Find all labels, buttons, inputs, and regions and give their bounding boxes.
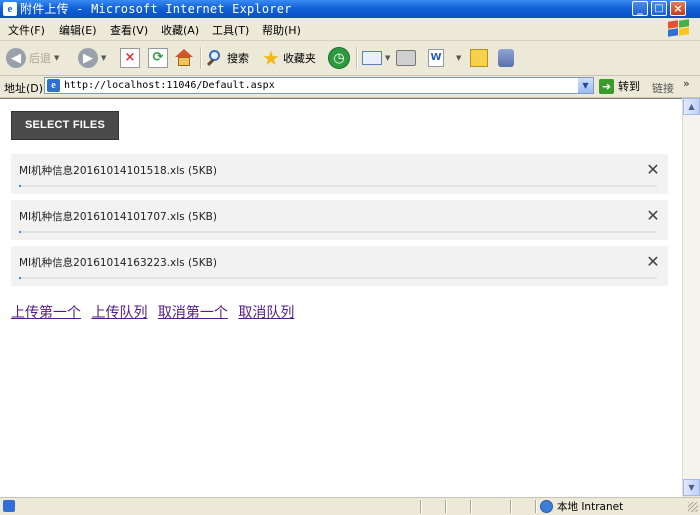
forward-button[interactable]: ▶ ▼ bbox=[78, 45, 106, 71]
refresh-icon: ⟳ bbox=[148, 48, 168, 68]
chevron-down-icon: ▼ bbox=[54, 54, 60, 62]
globe-icon bbox=[540, 500, 553, 513]
status-separator bbox=[445, 500, 447, 513]
scroll-down-icon[interactable]: ▼ bbox=[683, 479, 700, 496]
upload-queue-link[interactable]: 上传队列 bbox=[91, 305, 147, 321]
search-label: 搜索 bbox=[227, 52, 249, 65]
chevron-down-icon: ▼ bbox=[456, 54, 462, 62]
status-separator bbox=[470, 500, 472, 513]
menu-edit[interactable]: 编辑(E) bbox=[59, 22, 97, 38]
back-button[interactable]: ◀ 后退 ▼ bbox=[6, 45, 59, 71]
vertical-scrollbar[interactable]: ▲ ▼ bbox=[682, 98, 700, 496]
history-button[interactable]: ◷ bbox=[328, 45, 350, 71]
links-button[interactable]: 链接 bbox=[652, 80, 674, 96]
mail-icon bbox=[362, 51, 382, 65]
printer-icon bbox=[396, 50, 416, 66]
toolbar-separator bbox=[356, 47, 358, 69]
close-icon[interactable]: ✕ bbox=[646, 254, 660, 270]
home-icon bbox=[174, 49, 194, 67]
go-label: 转到 bbox=[618, 80, 640, 93]
go-arrow-icon: ➜ bbox=[599, 78, 614, 94]
file-item: MI机种信息20161014101707.xls (5KB) ✕ bbox=[11, 200, 668, 240]
print-button[interactable] bbox=[396, 45, 416, 71]
zone-label: 本地 Intranet bbox=[557, 501, 624, 513]
home-button[interactable] bbox=[174, 45, 194, 71]
security-zone: 本地 Intranet bbox=[540, 499, 623, 514]
close-icon[interactable]: ✕ bbox=[646, 162, 660, 178]
close-button[interactable]: × bbox=[670, 1, 686, 16]
search-button[interactable]: 搜索 bbox=[206, 45, 249, 71]
file-item: MI机种信息20161014101518.xls (5KB) ✕ bbox=[11, 154, 668, 194]
windows-logo-icon bbox=[666, 19, 692, 38]
refresh-button[interactable]: ⟳ bbox=[148, 45, 168, 71]
minimize-button[interactable]: _ bbox=[632, 1, 648, 16]
address-bar: 地址(D) e http://localhost:11046/Default.a… bbox=[0, 76, 700, 98]
progress-fill bbox=[19, 185, 21, 187]
address-label: 地址(D) bbox=[4, 82, 44, 95]
messenger-icon bbox=[498, 49, 514, 67]
messenger-button[interactable] bbox=[498, 45, 514, 71]
history-icon: ◷ bbox=[328, 47, 350, 69]
forward-arrow-icon: ▶ bbox=[78, 48, 98, 68]
file-name: MI机种信息20161014163223.xls (5KB) bbox=[19, 257, 217, 269]
menu-file[interactable]: 文件(F) bbox=[8, 22, 45, 38]
upload-progress bbox=[19, 185, 657, 187]
chevron-down-icon: ▼ bbox=[101, 54, 107, 62]
stop-icon: × bbox=[120, 48, 140, 68]
address-url[interactable]: http://localhost:11046/Default.aspx bbox=[64, 79, 275, 92]
select-files-button[interactable]: SELECT FILES bbox=[11, 111, 119, 140]
favorites-button[interactable]: ★ 收藏夹 bbox=[262, 45, 316, 71]
menu-favorites[interactable]: 收藏(A) bbox=[161, 22, 199, 38]
window-title: 附件上传 - Microsoft Internet Explorer bbox=[20, 2, 292, 16]
back-label: 后退 bbox=[29, 52, 51, 65]
address-input[interactable]: e http://localhost:11046/Default.aspx ▼ bbox=[44, 77, 594, 94]
menu-view[interactable]: 查看(V) bbox=[110, 22, 148, 38]
menu-tools[interactable]: 工具(T) bbox=[212, 22, 249, 38]
maximize-button[interactable]: □ bbox=[651, 1, 667, 16]
cancel-first-link[interactable]: 取消第一个 bbox=[158, 305, 228, 321]
upload-progress bbox=[19, 277, 657, 279]
discuss-button[interactable] bbox=[470, 45, 488, 71]
file-item: MI机种信息20161014163223.xls (5KB) ✕ bbox=[11, 246, 668, 286]
word-icon: W bbox=[428, 49, 444, 67]
stop-button[interactable]: × bbox=[120, 45, 140, 71]
toolbar: ◀ 后退 ▼ ▶ ▼ × ⟳ 搜索 ★ 收藏夹 ◷ ▼ W ▼ bbox=[0, 41, 700, 76]
note-icon bbox=[470, 49, 488, 67]
search-icon bbox=[206, 49, 224, 67]
favorites-label: 收藏夹 bbox=[282, 52, 316, 65]
chevron-down-icon[interactable]: ▼ bbox=[578, 78, 593, 93]
page-content: SELECT FILES MI机种信息20161014101518.xls (5… bbox=[0, 98, 682, 497]
file-name: MI机种信息20161014101518.xls (5KB) bbox=[19, 165, 217, 177]
menu-bar: 文件(F) 编辑(E) 查看(V) 收藏(A) 工具(T) 帮助(H) bbox=[0, 18, 700, 41]
upload-actions: 上传第一个 上传队列 取消第一个 取消队列 bbox=[11, 302, 300, 322]
ie-icon: e bbox=[3, 2, 17, 16]
progress-fill bbox=[19, 231, 21, 233]
edit-button[interactable]: W ▼ bbox=[428, 45, 461, 71]
page-icon: e bbox=[47, 79, 60, 92]
go-button[interactable]: ➜ 转到 bbox=[599, 78, 640, 94]
upload-progress bbox=[19, 231, 657, 233]
back-arrow-icon: ◀ bbox=[6, 48, 26, 68]
status-separator bbox=[510, 500, 512, 513]
status-separator bbox=[535, 500, 537, 513]
status-bar: 本地 Intranet bbox=[0, 497, 700, 515]
file-name: MI机种信息20161014101707.xls (5KB) bbox=[19, 211, 217, 223]
menu-help[interactable]: 帮助(H) bbox=[262, 22, 301, 38]
close-icon[interactable]: ✕ bbox=[646, 208, 660, 224]
scroll-up-icon[interactable]: ▲ bbox=[683, 98, 700, 115]
chevron-down-icon: ▼ bbox=[385, 54, 391, 62]
progress-fill bbox=[19, 277, 21, 279]
mail-button[interactable]: ▼ bbox=[362, 45, 390, 71]
toolbar-separator bbox=[200, 47, 202, 69]
cancel-queue-link[interactable]: 取消队列 bbox=[238, 305, 294, 321]
resize-grip[interactable] bbox=[688, 502, 698, 512]
upload-first-link[interactable]: 上传第一个 bbox=[11, 305, 81, 321]
title-bar: e 附件上传 - Microsoft Internet Explorer _ □… bbox=[0, 0, 700, 18]
page-done-icon bbox=[3, 500, 15, 512]
chevron-right-icon[interactable]: » bbox=[683, 77, 690, 90]
status-separator bbox=[420, 500, 422, 513]
star-icon: ★ bbox=[262, 46, 280, 70]
